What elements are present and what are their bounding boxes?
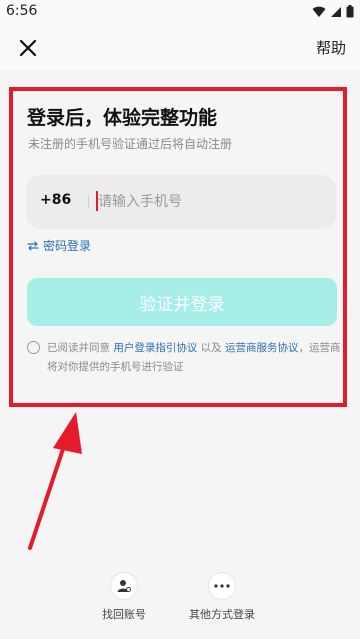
agreement-checkbox[interactable] — [27, 341, 40, 354]
close-button[interactable] — [14, 34, 42, 62]
header: 帮助 — [0, 26, 360, 70]
carrier-agreement-link[interactable]: 运营商服务协议 — [225, 342, 299, 354]
recover-account-label: 找回账号 — [102, 608, 146, 621]
field-divider — [88, 195, 89, 209]
user-icon — [117, 580, 131, 592]
more-dots-icon — [214, 584, 230, 588]
agreement-prefix: 已阅读并同意 — [47, 342, 114, 354]
recover-account-button[interactable]: 找回账号 — [84, 572, 164, 622]
status-icons — [312, 5, 354, 18]
user-agreement-link[interactable]: 用户登录指引协议 — [113, 342, 197, 354]
status-time: 6:56 — [6, 3, 38, 19]
battery-icon — [346, 5, 354, 18]
swap-arrows-icon — [27, 240, 39, 251]
close-icon — [19, 39, 37, 57]
page-title: 登录后，体验完整功能 — [27, 107, 218, 129]
agreement-middle: 以及 — [197, 342, 226, 354]
login-screen: 6:56 帮助 登录后，体验完整功能 未注册的手机号验证通过后将自动注册 +86 — [0, 0, 360, 639]
password-login-label: 密码登录 — [43, 239, 92, 253]
status-bar: 6:56 — [0, 0, 360, 26]
other-login-methods-button[interactable]: 其他方式登录 — [182, 572, 262, 622]
wifi-icon — [312, 6, 326, 17]
phone-field: +86 — [26, 175, 336, 229]
agreement-text: 已阅读并同意 用户登录指引协议 以及 运营商服务协议，运营商将对你提供的手机号进… — [47, 339, 341, 377]
recover-account-icon-wrap — [110, 572, 138, 600]
verify-and-login-button[interactable]: 验证并登录 — [27, 278, 337, 326]
signal-icon — [331, 6, 341, 17]
other-methods-label: 其他方式登录 — [189, 608, 255, 621]
page-subtitle: 未注册的手机号验证通过后将自动注册 — [28, 137, 233, 151]
other-methods-icon-wrap — [208, 572, 236, 600]
phone-number-input[interactable] — [98, 189, 318, 215]
password-login-link[interactable]: 密码登录 — [27, 237, 91, 254]
login-card-highlight: 登录后，体验完整功能 未注册的手机号验证通过后将自动注册 +86 密码登录 验证… — [9, 87, 347, 407]
help-link[interactable]: 帮助 — [316, 37, 346, 58]
country-code-selector[interactable]: +86 — [40, 192, 71, 208]
